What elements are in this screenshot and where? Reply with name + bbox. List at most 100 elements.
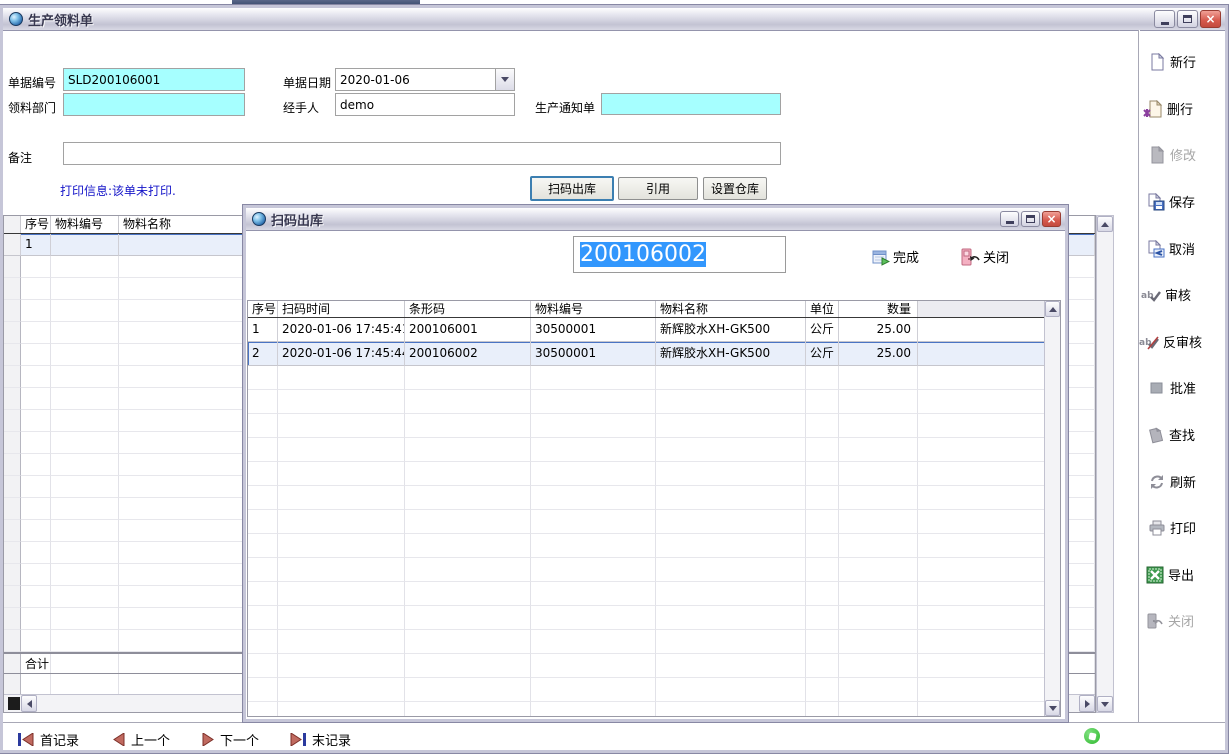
grid-empty-row <box>248 390 1045 414</box>
export-excel-icon <box>1146 566 1164 584</box>
sidebar-item-delete-row[interactable]: 删行 <box>1143 99 1193 118</box>
grid-empty-cell <box>531 582 656 606</box>
col-header-qty[interactable]: 数量 <box>839 301 918 317</box>
grid-empty-cell <box>51 322 119 344</box>
sidebar-item-unaudit[interactable]: ab 反审核 <box>1139 332 1202 351</box>
grid-empty-cell <box>656 606 806 630</box>
scan-grid-vscrollbar[interactable] <box>1044 301 1060 716</box>
grid-empty-cell <box>656 582 806 606</box>
grid-empty-cell <box>248 654 278 678</box>
col-header-seq[interactable]: 序号 <box>21 216 51 233</box>
grid-empty-cell <box>278 606 405 630</box>
sidebar-item-find[interactable]: 查找 <box>1146 425 1195 444</box>
vscroll-up-button[interactable] <box>1045 301 1060 317</box>
minimize-button[interactable] <box>1154 10 1175 28</box>
grid-empty-cell <box>21 366 51 388</box>
cell-material-no <box>51 234 119 256</box>
scan-grid-row[interactable]: 1 2020-01-06 17:45:41 200106001 30500001… <box>248 318 1045 342</box>
grid-empty-cell <box>51 366 119 388</box>
col-header-material-name[interactable]: 物料名称 <box>656 301 806 317</box>
grid-empty-cell <box>405 582 531 606</box>
grid-empty-cell <box>51 256 119 278</box>
delete-row-icon <box>1143 100 1163 118</box>
vscroll-track[interactable] <box>1097 232 1113 696</box>
grid-empty-cell <box>4 344 21 366</box>
dialog-title: 扫码出库 <box>271 210 323 229</box>
sidebar-item-cancel[interactable]: 取消 <box>1146 239 1195 258</box>
dialog-minimize-button[interactable] <box>1000 211 1019 227</box>
grid-empty-cell <box>4 322 21 344</box>
sidebar-item-audit[interactable]: ab 审核 <box>1141 285 1191 304</box>
dialog-close-action-button[interactable]: 关闭 <box>960 247 1009 266</box>
sidebar-item-refresh[interactable]: 刷新 <box>1148 472 1196 491</box>
dialog-titlebar[interactable]: 扫码出库 × <box>246 208 1065 231</box>
scan-grid-row-selected[interactable]: 2 2020-01-06 17:45:44 200106002 30500001… <box>248 342 1045 366</box>
hscroll-left-button[interactable] <box>21 695 37 712</box>
grid-empty-cell <box>656 486 806 510</box>
sidebar-item-new-row[interactable]: 新行 <box>1148 52 1196 71</box>
nav-first-record[interactable]: 首记录 <box>18 730 79 749</box>
grid-empty-cell <box>21 674 51 696</box>
vscroll-down-button[interactable] <box>1097 696 1113 712</box>
vscroll-down-button[interactable] <box>1045 700 1060 716</box>
finish-label: 完成 <box>893 247 919 266</box>
app-globe-icon <box>9 12 23 26</box>
col-header-seq[interactable]: 序号 <box>248 301 278 317</box>
grid-empty-cell <box>405 558 531 582</box>
sidebar-item-label: 删行 <box>1167 99 1193 118</box>
audit-icon: ab <box>1141 286 1161 304</box>
doc-no-field[interactable] <box>63 68 245 91</box>
cell-seq: 1 <box>21 234 51 256</box>
set-warehouse-button[interactable]: 设置仓库 <box>703 177 767 200</box>
sidebar-item-approve[interactable]: 批准 <box>1148 378 1196 397</box>
find-icon <box>1146 426 1165 444</box>
col-header-material-no[interactable]: 物料编号 <box>531 301 656 317</box>
sidebar-item-close[interactable]: 关闭 <box>1144 611 1194 630</box>
maximize-button[interactable] <box>1177 10 1198 28</box>
close-icon: × <box>1205 13 1215 25</box>
grid-empty-cell <box>21 630 51 652</box>
footer-cell <box>119 654 249 673</box>
sidebar-item-save[interactable]: 保存 <box>1146 192 1195 211</box>
handler-field[interactable] <box>335 93 515 116</box>
nav-last-record[interactable]: 末记录 <box>290 730 351 749</box>
nav-previous[interactable]: 上一个 <box>113 730 170 749</box>
sidebar-item-export[interactable]: 导出 <box>1146 565 1194 584</box>
col-header-unit[interactable]: 单位 <box>806 301 839 317</box>
col-header-scan-time[interactable]: 扫码时间 <box>278 301 405 317</box>
doc-date-dropdown-button[interactable] <box>495 69 514 90</box>
scan-input[interactable]: 200106002 <box>573 236 786 273</box>
dept-field[interactable] <box>63 93 245 116</box>
vscroll-up-button[interactable] <box>1097 216 1113 232</box>
finish-button[interactable]: 完成 <box>872 247 919 266</box>
close-window-button[interactable]: × <box>1200 10 1221 28</box>
col-header-material-no[interactable]: 物料编号 <box>51 216 119 233</box>
quote-button[interactable]: 引用 <box>618 177 698 200</box>
dialog-maximize-button[interactable] <box>1021 211 1040 227</box>
grid-empty-cell <box>806 654 839 678</box>
prod-notice-field[interactable] <box>601 93 781 115</box>
main-window-titlebar[interactable]: 生产领料单 × <box>3 8 1225 31</box>
sidebar-item-print[interactable]: 打印 <box>1148 518 1196 537</box>
cell-material-name: 新辉胶水XH-GK500 <box>656 342 806 366</box>
col-header-material-name[interactable]: 物料名称 <box>119 216 249 233</box>
cell-material-no: 30500001 <box>531 342 656 366</box>
grid-empty-row <box>248 582 1045 606</box>
col-header-barcode[interactable]: 条形码 <box>405 301 531 317</box>
remark-field[interactable] <box>63 142 781 165</box>
row-indicator-cell <box>4 234 21 256</box>
cell-qty: 25.00 <box>839 342 918 366</box>
grid-empty-cell <box>405 606 531 630</box>
dialog-close-button[interactable]: × <box>1042 211 1061 227</box>
vscroll-track[interactable] <box>1045 317 1060 700</box>
scan-out-button[interactable]: 扫码出库 <box>530 176 614 201</box>
doc-date-combo[interactable]: 2020-01-06 <box>335 68 515 91</box>
main-grid-vscrollbar[interactable] <box>1096 215 1114 713</box>
grid-empty-cell <box>806 414 839 438</box>
cell-material-name: 新辉胶水XH-GK500 <box>656 318 806 342</box>
grid-empty-cell <box>278 510 405 534</box>
hscroll-right-button[interactable] <box>1079 695 1095 712</box>
nav-next[interactable]: 下一个 <box>202 730 259 749</box>
grid-empty-row <box>248 486 1045 510</box>
sidebar-item-modify[interactable]: 修改 <box>1148 145 1196 164</box>
